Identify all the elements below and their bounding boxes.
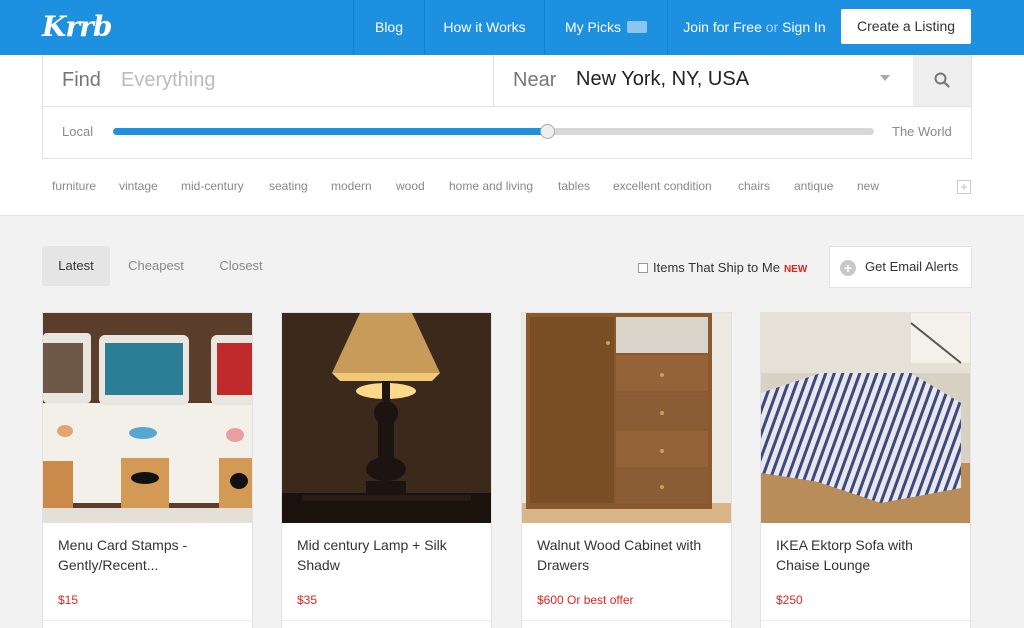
picks-count-badge (627, 21, 647, 34)
card-divider (761, 620, 970, 621)
join-free-link[interactable]: Join for Free (683, 19, 762, 35)
search-icon (934, 72, 950, 88)
tag-item[interactable]: seating (269, 179, 308, 193)
get-email-alerts-button[interactable]: + Get Email Alerts (829, 246, 972, 288)
distance-slider-fill (113, 128, 547, 135)
ship-to-me-checkbox[interactable] (638, 262, 648, 273)
listing-card[interactable]: IKEA Ektorp Sofa with Chaise Lounge $250 (760, 312, 971, 628)
search-row: Find Everything Near New York, NY, USA (43, 55, 971, 107)
listing-photo-stamps[interactable] (43, 313, 252, 523)
nav-how-it-works-link[interactable]: How it Works (424, 0, 544, 55)
nav-auth: Join for Free or Sign In (667, 0, 841, 55)
listing-photo-lamp[interactable] (282, 313, 491, 523)
find-input[interactable]: Everything (121, 69, 216, 92)
near-label: Near (513, 69, 557, 91)
near-location-value[interactable]: New York, NY, USA (576, 68, 749, 91)
sort-cheapest-tab[interactable]: Cheapest (118, 246, 194, 286)
search-box: Find Everything Near New York, NY, USA L… (42, 55, 972, 159)
search-button[interactable] (913, 55, 971, 106)
listing-price: $600 Or best offer (537, 593, 634, 607)
distance-slider-track[interactable] (113, 124, 874, 139)
tag-item[interactable]: tables (558, 179, 590, 193)
plus-circle-icon: + (840, 260, 856, 276)
krrb-logo[interactable]: Krrb (42, 10, 112, 43)
tag-item[interactable]: antique (794, 179, 833, 193)
top-nav-bar: Krrb Blog How it Works My Picks Join for… (0, 0, 1024, 55)
tag-list: furniture vintage mid-century seating mo… (42, 179, 942, 195)
email-alerts-label: Get Email Alerts (865, 259, 959, 274)
listing-price: $35 (297, 593, 318, 607)
tag-item[interactable]: vintage (119, 179, 158, 193)
listing-title[interactable]: IKEA Ektorp Sofa with Chaise Lounge (776, 535, 956, 575)
range-local-label: Local (62, 124, 94, 139)
tag-item[interactable]: home and living (449, 179, 533, 193)
listing-card[interactable]: Walnut Wood Cabinet with Drawers $600 Or… (521, 312, 732, 628)
tag-item[interactable]: furniture (52, 179, 96, 193)
nav-blog-link[interactable]: Blog (353, 0, 424, 55)
listing-title[interactable]: Walnut Wood Cabinet with Drawers (537, 535, 717, 575)
sort-latest-tab[interactable]: Latest (42, 246, 110, 286)
expand-tags-plus-icon[interactable]: + (957, 180, 971, 194)
distance-slider-handle[interactable] (539, 124, 555, 139)
find-label: Find (62, 69, 101, 91)
card-divider (282, 620, 491, 621)
create-listing-button[interactable]: Create a Listing (841, 9, 971, 44)
listing-price: $250 (776, 593, 803, 607)
listing-title[interactable]: Menu Card Stamps - Gently/Recent... (58, 535, 238, 575)
nav-my-picks-link[interactable]: My Picks (544, 0, 667, 55)
listing-price: $15 (58, 593, 79, 607)
range-world-label: The World (892, 124, 952, 139)
tag-item[interactable]: chairs (738, 179, 770, 193)
new-badge: NEW (783, 264, 808, 275)
ship-to-me-label: Items That Ship to Me (653, 260, 780, 275)
card-divider (522, 620, 731, 621)
tag-item[interactable]: excellent condition (613, 179, 712, 193)
tag-item[interactable]: new (857, 179, 879, 193)
listing-title[interactable]: Mid century Lamp + Silk Shadw (297, 535, 477, 575)
tag-item[interactable]: mid-century (181, 179, 244, 193)
listing-card[interactable]: Mid century Lamp + Silk Shadw $35 (281, 312, 492, 628)
near-location-field[interactable]: Near New York, NY, USA (493, 55, 913, 106)
sign-in-link[interactable]: Sign In (782, 19, 826, 35)
card-divider (43, 620, 252, 621)
search-area: Find Everything Near New York, NY, USA L… (0, 55, 1024, 216)
listing-photo-sofa[interactable] (761, 313, 970, 523)
sort-closest-tab[interactable]: Closest (210, 246, 272, 286)
my-picks-label: My Picks (565, 19, 621, 35)
listing-photo-cabinet[interactable] (522, 313, 731, 523)
distance-range-row: Local The World (43, 107, 971, 158)
tag-item[interactable]: wood (396, 179, 425, 193)
or-separator: or (765, 19, 779, 35)
ship-to-me-filter[interactable]: Items That Ship to Me NEW (638, 260, 807, 275)
chevron-down-icon[interactable] (880, 75, 890, 81)
tag-item[interactable]: modern (331, 179, 372, 193)
listing-card[interactable]: Menu Card Stamps - Gently/Recent... $15 (42, 312, 253, 628)
